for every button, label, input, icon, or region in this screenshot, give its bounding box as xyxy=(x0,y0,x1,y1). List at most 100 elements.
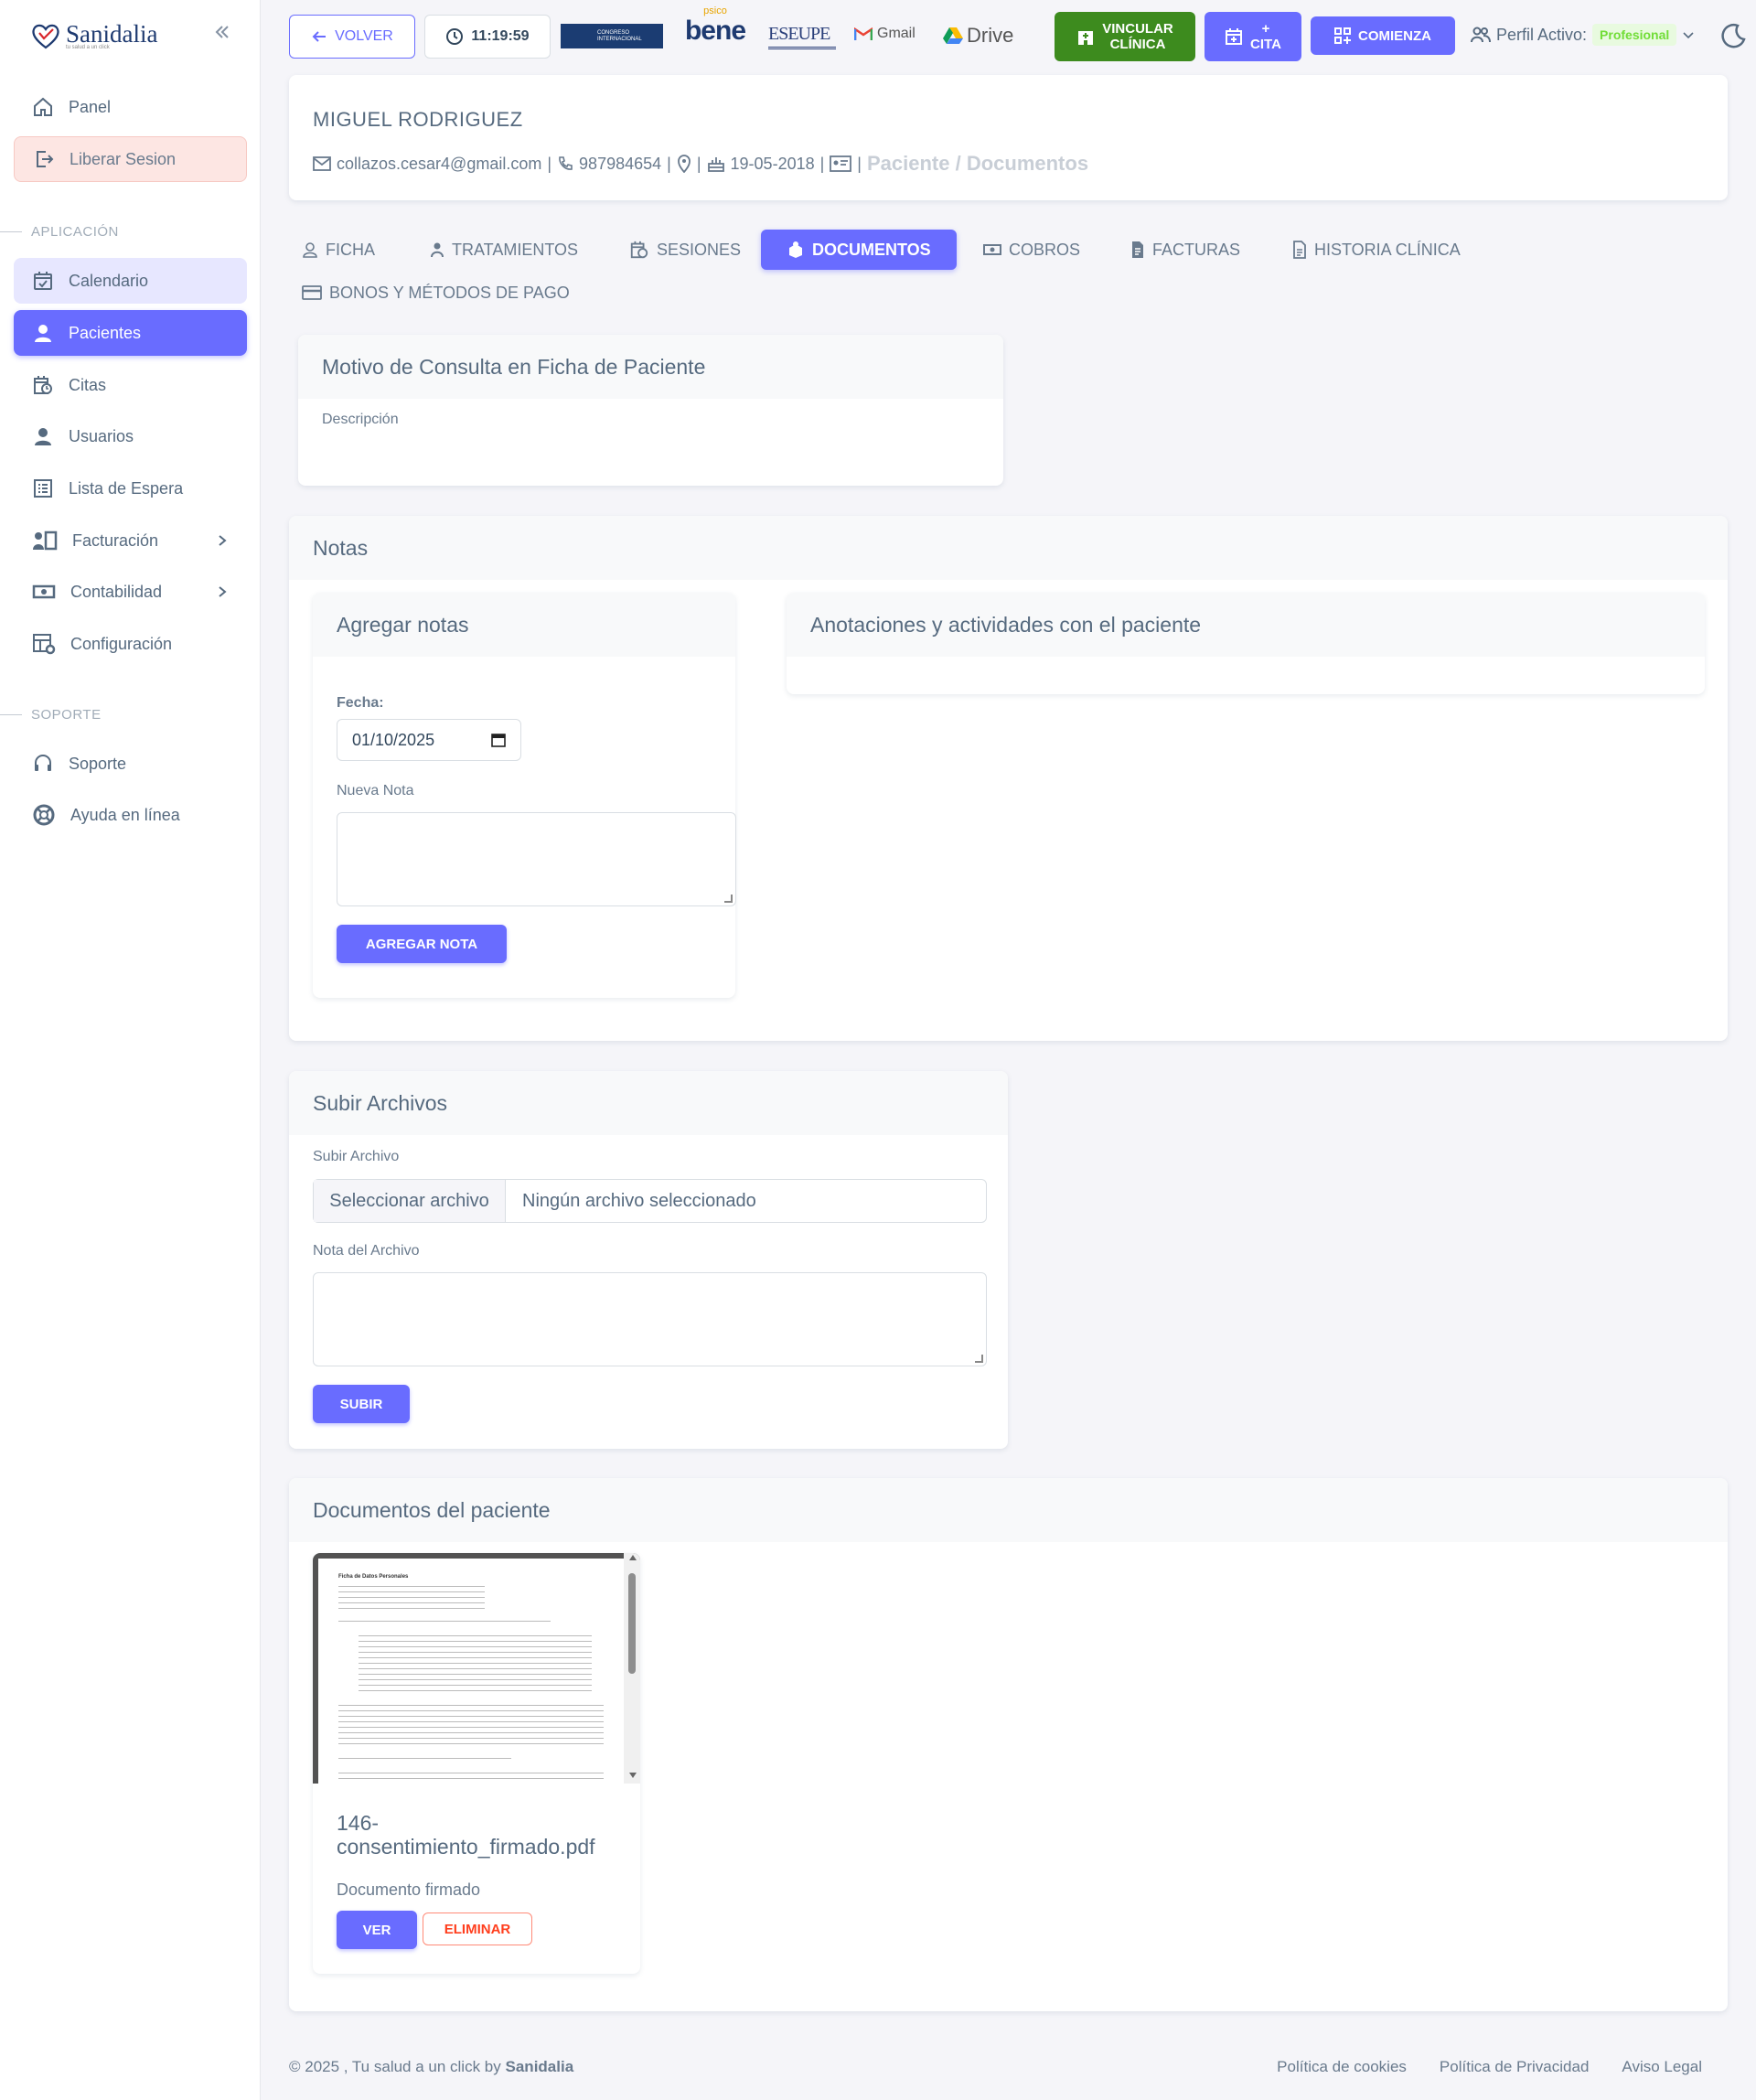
tab-historia-clinica[interactable]: HISTORIA CLÍNICA xyxy=(1292,230,1461,270)
scroll-thumb[interactable] xyxy=(628,1573,636,1674)
agregar-notas-title: Agregar notas xyxy=(313,593,735,657)
pdf-scrollbar[interactable] xyxy=(624,1553,640,1784)
psicobene-logo[interactable]: psico bene xyxy=(682,5,748,48)
sidebar-item-soporte[interactable]: Soporte xyxy=(14,741,247,787)
file-input[interactable]: Seleccionar archivo Ningún archivo selec… xyxy=(313,1179,987,1223)
patient-header: MIGUEL RODRIGUEZ collazos.cesar4@gmail.c… xyxy=(289,75,1728,200)
choose-file-button[interactable]: Seleccionar archivo xyxy=(314,1180,506,1222)
drive-icon xyxy=(942,27,964,45)
gmail-link[interactable]: Gmail xyxy=(854,26,915,42)
nota-archivo-label: Nota del Archivo xyxy=(313,1243,420,1259)
sidebar-item-label: Usuarios xyxy=(69,426,134,445)
sidebar-item-label: Configuración xyxy=(70,634,173,653)
copyright: © 2025 , Tu salud a un click by Sanidali… xyxy=(289,2058,574,2075)
nota-archivo-textarea[interactable] xyxy=(313,1272,987,1366)
fecha-input[interactable]: 01/10/2025 xyxy=(337,719,521,761)
footer: © 2025 , Tu salud a un click by Sanidali… xyxy=(289,2058,1728,2076)
resize-handle-icon[interactable] xyxy=(724,895,733,903)
motivo-title: Motivo de Consulta en Ficha de Paciente xyxy=(298,335,1003,399)
sidebar-item-calendario[interactable]: Calendario xyxy=(14,258,247,304)
sidebar-section-support: SOPORTE xyxy=(0,707,261,723)
sidebar-item-label: Calendario xyxy=(69,271,149,290)
perfil-selector[interactable]: Perfil Activo: Profesional xyxy=(1471,24,1695,46)
sidebar-item-lista-espera[interactable]: Lista de Espera xyxy=(14,466,247,511)
arrow-left-icon xyxy=(311,28,327,45)
home-icon xyxy=(32,96,54,118)
phone-icon xyxy=(557,155,573,172)
footer-brand[interactable]: Sanidalia xyxy=(506,2058,574,2075)
billing-icon xyxy=(32,530,58,552)
subir-archivo-label: Subir Archivo xyxy=(313,1149,400,1164)
sidebar-item-facturacion[interactable]: Facturación xyxy=(14,518,247,563)
collapse-sidebar-icon[interactable] xyxy=(212,22,232,42)
money-icon xyxy=(983,242,1001,257)
cookies-link[interactable]: Política de cookies xyxy=(1277,2058,1407,2076)
patient-name: MIGUEL RODRIGUEZ xyxy=(313,108,523,131)
documentos-card: Documentos del paciente Ficha de Datos P… xyxy=(289,1478,1728,2011)
sidebar-item-label: Pacientes xyxy=(69,323,142,342)
id-card-icon xyxy=(830,155,852,172)
eliminar-document-button[interactable]: ELIMINAR xyxy=(423,1912,532,1945)
tab-cobros[interactable]: COBROS xyxy=(983,230,1080,270)
sidebar-item-usuarios[interactable]: Usuarios xyxy=(14,413,247,459)
sidebar-item-label: Soporte xyxy=(69,754,127,773)
sidebar-item-configuracion[interactable]: Configuración xyxy=(14,621,247,667)
location-icon xyxy=(677,155,691,173)
congreso-logo[interactable]: CONGRESO INTERNACIONAL xyxy=(561,24,663,48)
mail-icon xyxy=(313,156,331,171)
user-icon xyxy=(32,425,54,447)
back-button[interactable]: VOLVER xyxy=(289,15,415,59)
scroll-up-icon[interactable] xyxy=(629,1555,637,1560)
user-outline-icon xyxy=(302,241,318,258)
agregar-nota-button[interactable]: AGREGAR NOTA xyxy=(337,925,507,963)
headset-icon xyxy=(32,753,54,775)
sidebar-item-panel[interactable]: Panel xyxy=(14,84,247,130)
sidebar-item-liberar-sesion[interactable]: Liberar Sesion xyxy=(14,136,247,182)
patient-email: collazos.cesar4@gmail.com xyxy=(337,154,542,173)
file-status: Ningún archivo seleccionado xyxy=(522,1190,756,1211)
theme-toggle-icon[interactable] xyxy=(1719,22,1747,49)
sidebar-item-contabilidad[interactable]: Contabilidad xyxy=(14,569,247,615)
privacy-link[interactable]: Política de Privacidad xyxy=(1440,2058,1589,2076)
tab-facturas[interactable]: FACTURAS xyxy=(1130,230,1240,270)
tab-bonos[interactable]: BONOS Y MÉTODOS DE PAGO xyxy=(302,273,570,313)
anotaciones-card: Anotaciones y actividades con el pacient… xyxy=(787,593,1705,694)
ver-document-button[interactable]: VER xyxy=(337,1911,417,1949)
money-icon xyxy=(32,581,56,603)
nueva-cita-button[interactable]: + CITA xyxy=(1205,12,1301,61)
calendar-clock-icon xyxy=(32,374,54,396)
calendar-icon[interactable] xyxy=(491,733,506,747)
eseupe-logo[interactable]: ESEUPE xyxy=(768,24,836,49)
tab-tratamientos[interactable]: TRATAMIENTOS xyxy=(430,230,578,270)
patient-info-row: collazos.cesar4@gmail.com | 987984654 | … xyxy=(313,152,1088,176)
documentos-title: Documentos del paciente xyxy=(289,1478,1728,1542)
sidebar-item-ayuda[interactable]: Ayuda en línea xyxy=(14,792,247,838)
nueva-nota-textarea[interactable] xyxy=(337,812,736,906)
sidebar-item-citas[interactable]: Citas xyxy=(14,362,247,408)
sidebar-item-label: Citas xyxy=(69,375,107,394)
calendar-check-icon xyxy=(32,270,54,292)
drive-link[interactable]: Drive xyxy=(942,24,1013,48)
resize-handle-icon[interactable] xyxy=(975,1355,983,1363)
subir-button[interactable]: SUBIR xyxy=(313,1385,410,1423)
treatment-icon xyxy=(430,241,444,258)
vincular-clinica-button[interactable]: VINCULAR CLÍNICA xyxy=(1055,12,1195,61)
user-icon xyxy=(32,322,54,344)
scroll-down-icon[interactable] xyxy=(629,1773,637,1778)
document-filename: 146- consentimiento_firmado.pdf xyxy=(337,1811,595,1859)
sidebar-item-label: Liberar Sesion xyxy=(70,149,177,168)
tab-documentos[interactable]: DOCUMENTOS xyxy=(761,230,957,270)
anotaciones-title: Anotaciones y actividades con el pacient… xyxy=(787,593,1705,657)
invoice-icon xyxy=(1130,241,1145,259)
tab-ficha[interactable]: FICHA xyxy=(302,230,375,270)
sidebar-item-pacientes[interactable]: Pacientes xyxy=(14,310,247,356)
brand-logo[interactable]: Sanidalia tu salud a un click xyxy=(31,20,157,50)
legal-link[interactable]: Aviso Legal xyxy=(1622,2058,1702,2076)
tab-sesiones[interactable]: SESIONES xyxy=(629,230,741,270)
list-icon xyxy=(32,477,54,499)
pdf-preview[interactable]: Ficha de Datos Personales xyxy=(313,1553,640,1784)
heart-logo-icon xyxy=(32,24,59,48)
comienza-button[interactable]: COMIENZA xyxy=(1311,16,1455,55)
sidebar-item-label: Panel xyxy=(69,97,112,116)
sidebar-item-label: Lista de Espera xyxy=(69,478,184,498)
